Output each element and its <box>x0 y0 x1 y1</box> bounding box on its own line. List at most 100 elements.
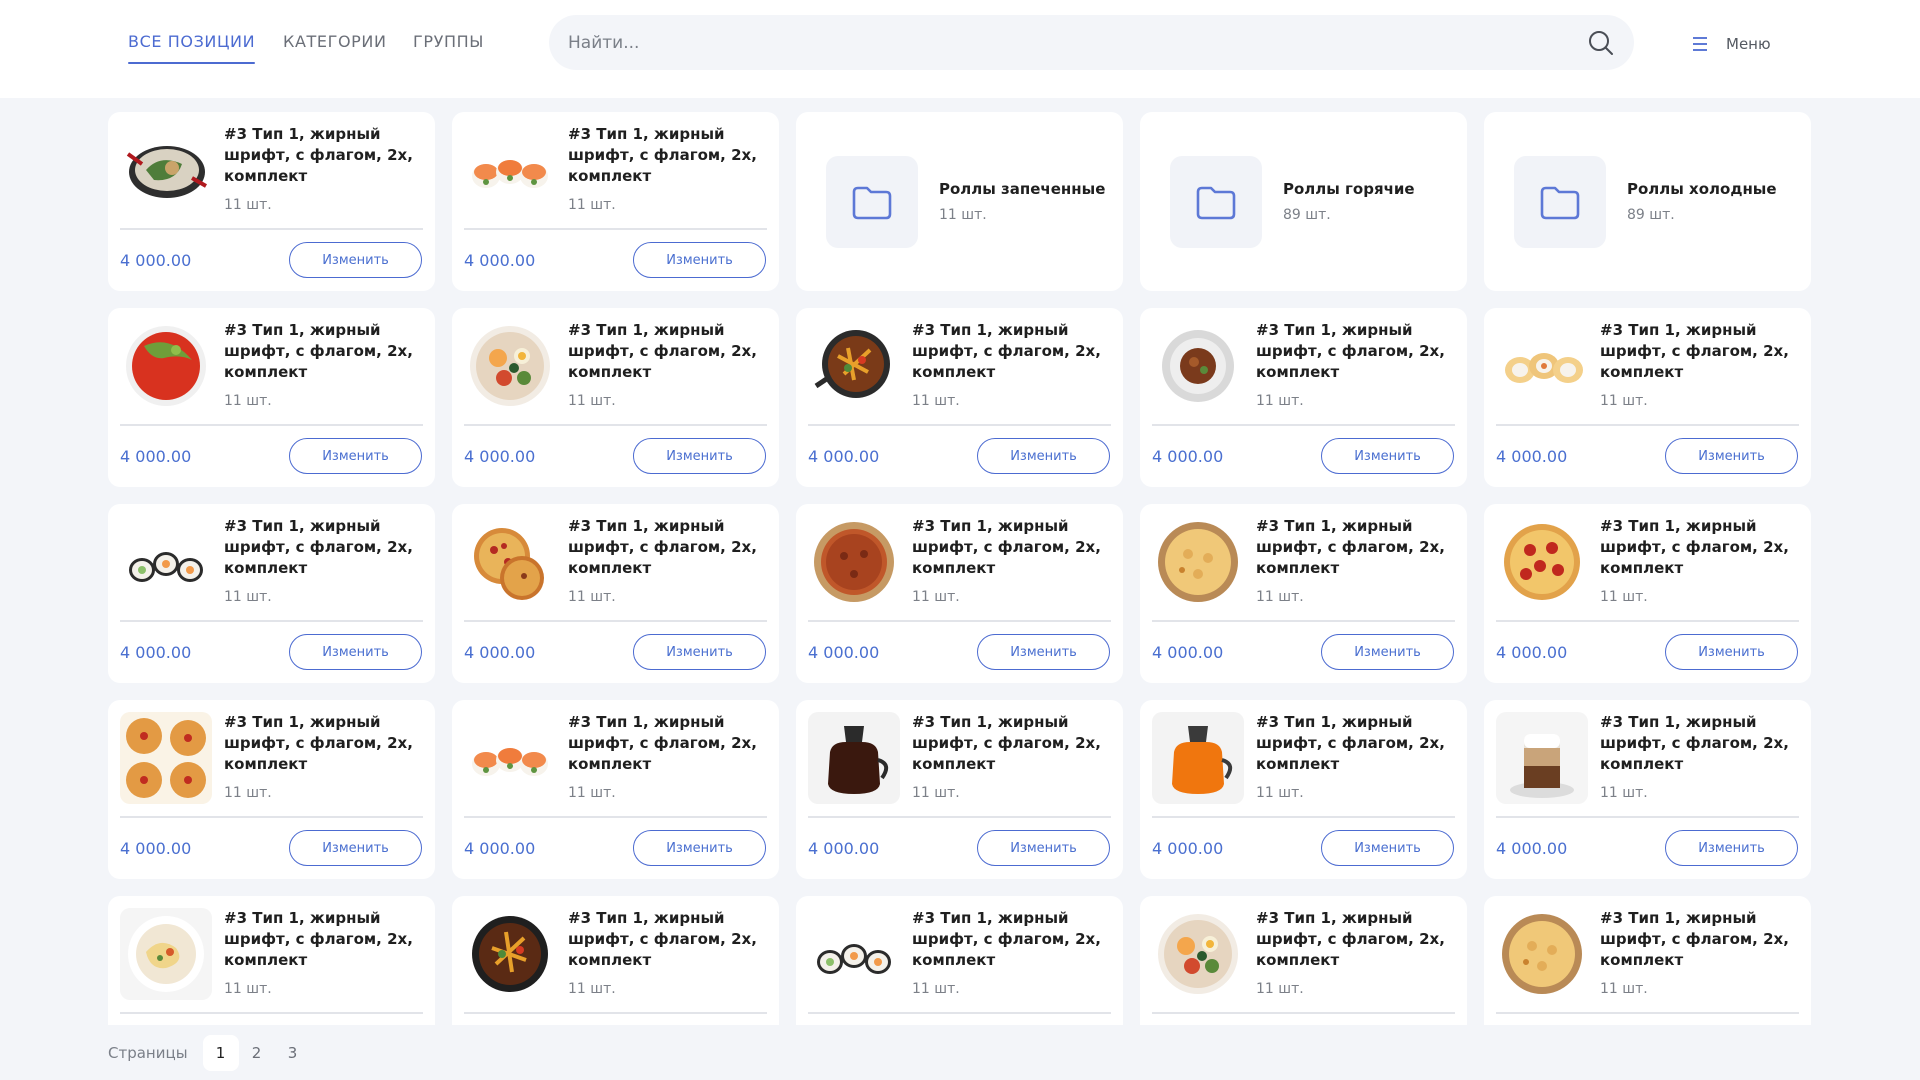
product-image <box>464 516 556 608</box>
search-bar <box>549 15 1634 70</box>
card-divider <box>1152 1012 1455 1014</box>
edit-button[interactable]: Изменить <box>977 634 1110 670</box>
product-card[interactable]: #3 Тип 1, жирный шрифт, с флагом, 2х, ко… <box>1140 896 1467 1025</box>
product-price: 4 000.00 <box>464 643 536 662</box>
product-card[interactable]: #3 Тип 1, жирный шрифт, с флагом, 2х, ко… <box>452 700 779 879</box>
page-2-button[interactable]: 2 <box>239 1035 275 1071</box>
card-divider <box>808 620 1111 622</box>
product-card[interactable]: #3 Тип 1, жирный шрифт, с флагом, 2х, ко… <box>796 308 1123 487</box>
product-card[interactable]: #3 Тип 1, жирный шрифт, с флагом, 2х, ко… <box>1140 700 1467 879</box>
edit-button[interactable]: Изменить <box>1321 634 1454 670</box>
card-divider <box>120 228 423 230</box>
search-icon[interactable] <box>1588 30 1614 56</box>
edit-button[interactable]: Изменить <box>289 634 422 670</box>
product-card[interactable]: #3 Тип 1, жирный шрифт, с флагом, 2х, ко… <box>452 504 779 683</box>
product-price: 4 000.00 <box>1152 447 1224 466</box>
folder-icon-box <box>826 156 918 248</box>
category-count: 11 шт. <box>939 207 987 223</box>
edit-button[interactable]: Изменить <box>977 830 1110 866</box>
card-divider <box>464 816 767 818</box>
product-card[interactable]: #3 Тип 1, жирный шрифт, с флагом, 2х, ко… <box>796 700 1123 879</box>
product-quantity: 11 шт. <box>912 589 960 605</box>
product-card[interactable]: #3 Тип 1, жирный шрифт, с флагом, 2х, ко… <box>1484 896 1811 1025</box>
tab-all-positions[interactable]: Все позиции <box>128 32 256 64</box>
product-quantity: 11 шт. <box>1600 981 1648 997</box>
product-image <box>808 712 900 804</box>
product-quantity: 11 шт. <box>568 589 616 605</box>
product-image <box>464 908 556 1000</box>
category-card[interactable]: Роллы горячие 89 шт. <box>1140 112 1467 291</box>
product-card[interactable]: #3 Тип 1, жирный шрифт, с флагом, 2х, ко… <box>108 112 435 291</box>
positions-grid: #3 Тип 1, жирный шрифт, с флагом, 2х, ко… <box>108 112 1812 1025</box>
product-title: #3 Тип 1, жирный шрифт, с флагом, 2х, ко… <box>1600 713 1789 773</box>
edit-button[interactable]: Изменить <box>1321 438 1454 474</box>
tab-groups[interactable]: Группы <box>413 32 484 51</box>
pagination: Страницы 1 2 3 <box>108 1035 311 1071</box>
category-name: Роллы холодные <box>1627 180 1777 198</box>
hamburger-icon <box>1693 37 1707 51</box>
product-card[interactable]: #3 Тип 1, жирный шрифт, с флагом, 2х, ко… <box>452 896 779 1025</box>
product-card[interactable]: #3 Тип 1, жирный шрифт, с флагом, 2х, ко… <box>452 308 779 487</box>
product-card[interactable]: #3 Тип 1, жирный шрифт, с флагом, 2х, ко… <box>1484 504 1811 683</box>
edit-button[interactable]: Изменить <box>289 438 422 474</box>
category-card[interactable]: Роллы холодные 89 шт. <box>1484 112 1811 291</box>
category-name: Роллы запеченные <box>939 180 1106 198</box>
edit-button[interactable]: Изменить <box>977 438 1110 474</box>
pagination-label: Страницы <box>108 1044 188 1062</box>
top-bar: Все позиции Категории Группы Меню <box>0 0 1920 98</box>
product-price: 4 000.00 <box>120 447 192 466</box>
edit-button[interactable]: Изменить <box>1665 830 1798 866</box>
edit-button[interactable]: Изменить <box>1665 438 1798 474</box>
product-price: 4 000.00 <box>808 447 880 466</box>
product-price: 4 000.00 <box>120 839 192 858</box>
product-price: 4 000.00 <box>808 839 880 858</box>
folder-icon <box>852 186 892 220</box>
page-3-button[interactable]: 3 <box>275 1035 311 1071</box>
folder-icon <box>1196 186 1236 220</box>
card-divider <box>1496 816 1799 818</box>
product-price: 4 000.00 <box>120 643 192 662</box>
edit-button[interactable]: Изменить <box>1321 830 1454 866</box>
product-card[interactable]: #3 Тип 1, жирный шрифт, с флагом, 2х, ко… <box>1484 308 1811 487</box>
card-divider <box>808 1012 1111 1014</box>
product-price: 4 000.00 <box>464 251 536 270</box>
product-image <box>1152 712 1244 804</box>
edit-button[interactable]: Изменить <box>289 242 422 278</box>
edit-button[interactable]: Изменить <box>633 830 766 866</box>
category-card[interactable]: Роллы запеченные 11 шт. <box>796 112 1123 291</box>
page-1-button[interactable]: 1 <box>202 1035 239 1071</box>
product-card[interactable]: #3 Тип 1, жирный шрифт, с флагом, 2х, ко… <box>108 504 435 683</box>
product-quantity: 11 шт. <box>1600 393 1648 409</box>
card-divider <box>120 1012 423 1014</box>
product-card[interactable]: #3 Тип 1, жирный шрифт, с флагом, 2х, ко… <box>108 700 435 879</box>
product-image <box>1496 908 1588 1000</box>
product-price: 4 000.00 <box>464 447 536 466</box>
product-card[interactable]: #3 Тип 1, жирный шрифт, с флагом, 2х, ко… <box>108 896 435 1025</box>
menu-button[interactable]: Меню <box>1690 32 1771 56</box>
edit-button[interactable]: Изменить <box>633 242 766 278</box>
product-title: #3 Тип 1, жирный шрифт, с флагом, 2х, ко… <box>224 125 413 185</box>
product-card[interactable]: #3 Тип 1, жирный шрифт, с флагом, 2х, ко… <box>1140 504 1467 683</box>
product-quantity: 11 шт. <box>568 981 616 997</box>
product-card[interactable]: #3 Тип 1, жирный шрифт, с флагом, 2х, ко… <box>796 504 1123 683</box>
edit-button[interactable]: Изменить <box>289 830 422 866</box>
product-quantity: 11 шт. <box>1256 589 1304 605</box>
product-card[interactable]: #3 Тип 1, жирный шрифт, с флагом, 2х, ко… <box>108 308 435 487</box>
edit-button[interactable]: Изменить <box>633 438 766 474</box>
product-card[interactable]: #3 Тип 1, жирный шрифт, с флагом, 2х, ко… <box>796 896 1123 1025</box>
product-card[interactable]: #3 Тип 1, жирный шрифт, с флагом, 2х, ко… <box>452 112 779 291</box>
card-divider <box>1152 816 1455 818</box>
product-card[interactable]: #3 Тип 1, жирный шрифт, с флагом, 2х, ко… <box>1484 700 1811 879</box>
product-title: #3 Тип 1, жирный шрифт, с флагом, 2х, ко… <box>568 909 757 969</box>
menu-label: Меню <box>1726 35 1771 53</box>
search-input[interactable] <box>568 15 1528 70</box>
product-image <box>1152 908 1244 1000</box>
edit-button[interactable]: Изменить <box>1665 634 1798 670</box>
tab-categories[interactable]: Категории <box>283 32 387 51</box>
product-image <box>1496 320 1588 412</box>
category-count: 89 шт. <box>1283 207 1331 223</box>
edit-button[interactable]: Изменить <box>633 634 766 670</box>
product-card[interactable]: #3 Тип 1, жирный шрифт, с флагом, 2х, ко… <box>1140 308 1467 487</box>
product-image <box>120 124 212 216</box>
product-title: #3 Тип 1, жирный шрифт, с флагом, 2х, ко… <box>224 321 413 381</box>
